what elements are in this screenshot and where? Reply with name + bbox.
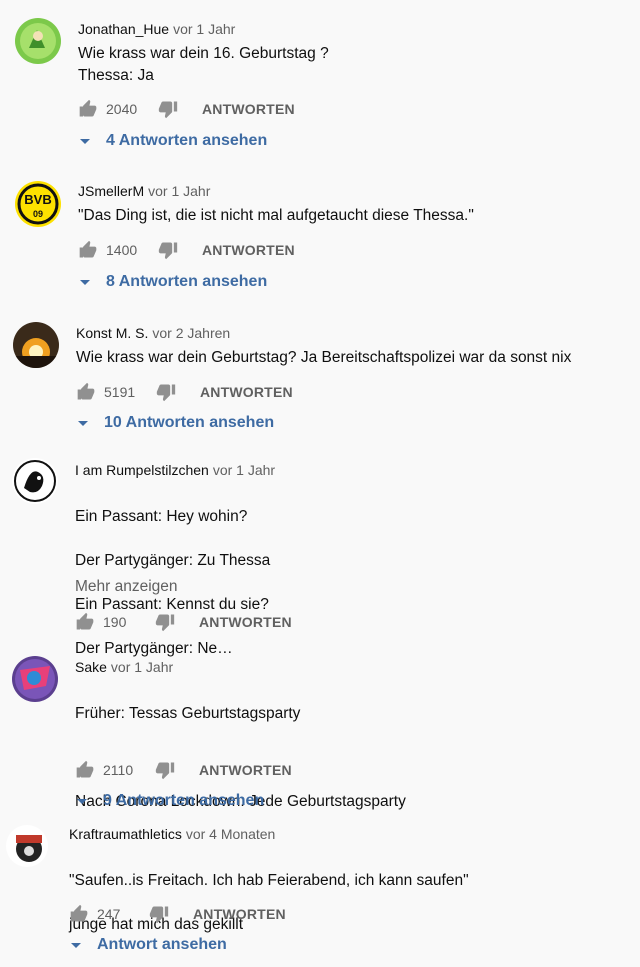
chevron-down-icon <box>80 279 90 285</box>
comment-text-line: Der Partygänger: Ne… <box>75 640 233 657</box>
thumbs-up-icon[interactable] <box>76 382 96 402</box>
comment-time[interactable]: vor 1 Jahr <box>111 659 173 675</box>
comment-text-line: Früher: Tessas Geburtstagsparty <box>75 705 301 722</box>
view-replies-button[interactable]: 8 Antworten ansehen <box>78 270 267 294</box>
like-count: 5191 <box>104 384 136 400</box>
view-replies-button[interactable]: 9 Antworten ansehen <box>75 789 264 813</box>
comment-time[interactable]: vor 2 Jahren <box>152 325 230 341</box>
thumbs-up-icon[interactable] <box>78 99 98 119</box>
like-count: 190 <box>103 614 127 630</box>
avatar[interactable] <box>12 656 58 702</box>
reply-button[interactable]: ANTWORTEN <box>199 614 292 630</box>
thumbs-down-icon[interactable] <box>158 99 178 119</box>
avatar[interactable] <box>15 18 61 64</box>
thumbs-down-icon[interactable] <box>156 382 176 402</box>
view-replies-label: Antwort ansehen <box>97 936 227 953</box>
svg-text:BVB: BVB <box>24 192 51 207</box>
reply-button[interactable]: ANTWORTEN <box>193 906 286 922</box>
thumbs-up-icon[interactable] <box>75 612 95 632</box>
view-replies-button[interactable]: Antwort ansehen <box>69 933 227 957</box>
comment-author[interactable]: Konst M. S. <box>76 325 148 341</box>
comment-time[interactable]: vor 4 Monaten <box>186 826 276 842</box>
comment-author[interactable]: Kraftraumathletics <box>69 826 182 842</box>
chevron-down-icon <box>80 138 90 144</box>
comment-text-line: Wie krass war dein Geburtstag? Ja Bereit… <box>76 349 572 366</box>
like-count: 2040 <box>106 101 138 117</box>
comment-text-line: Ein Passant: Hey wohin? <box>75 508 248 525</box>
like-count: 2110 <box>103 762 134 778</box>
comment-time[interactable]: vor 1 Jahr <box>173 21 235 37</box>
comment-text-line: "Das Ding ist, die ist nicht mal aufgeta… <box>78 207 474 224</box>
chevron-down-icon <box>78 420 88 426</box>
svg-text:09: 09 <box>33 209 43 219</box>
like-count: 1400 <box>106 242 138 258</box>
comment-text-line: Thessa: Ja <box>78 67 154 84</box>
comment-author[interactable]: Sake <box>75 659 107 675</box>
chevron-down-icon <box>71 942 81 948</box>
view-replies-label: 10 Antworten ansehen <box>104 414 275 431</box>
reply-button[interactable]: ANTWORTEN <box>202 101 295 117</box>
avatar[interactable] <box>6 825 48 867</box>
comment-text-line: Wie krass war dein 16. Geburtstag ? <box>78 45 329 62</box>
thumbs-down-icon[interactable] <box>149 904 169 924</box>
chevron-down-icon <box>77 798 87 804</box>
avatar[interactable] <box>13 322 59 368</box>
thumbs-up-icon[interactable] <box>69 904 89 924</box>
show-more-button[interactable]: Mehr anzeigen <box>75 578 178 596</box>
comment-text-line: Der Partygänger: Zu Thessa <box>75 552 271 569</box>
reply-button[interactable]: ANTWORTEN <box>199 762 292 778</box>
comment-author[interactable]: Jonathan_Hue <box>78 21 169 37</box>
avatar[interactable]: BVB 09 <box>15 181 61 227</box>
comment-time[interactable]: vor 1 Jahr <box>213 462 275 478</box>
view-replies-label: 9 Antworten ansehen <box>103 792 265 809</box>
view-replies-button[interactable]: 10 Antworten ansehen <box>76 411 274 435</box>
view-replies-button[interactable]: 4 Antworten ansehen <box>78 129 267 153</box>
comment-text-line: "Saufen..is Freitach. Ich hab Feierabend… <box>69 872 469 889</box>
view-replies-label: 8 Antworten ansehen <box>106 273 268 290</box>
thumbs-down-icon[interactable] <box>155 760 175 780</box>
reply-button[interactable]: ANTWORTEN <box>200 384 293 400</box>
comment-time[interactable]: vor 1 Jahr <box>148 183 210 199</box>
thumbs-down-icon[interactable] <box>155 612 175 632</box>
comment-author[interactable]: JSmellerM <box>78 183 144 199</box>
avatar[interactable] <box>12 458 58 504</box>
reply-button[interactable]: ANTWORTEN <box>202 242 295 258</box>
like-count: 247 <box>97 906 121 922</box>
view-replies-label: 4 Antworten ansehen <box>106 132 268 149</box>
thumbs-down-icon[interactable] <box>158 240 178 260</box>
thumbs-up-icon[interactable] <box>75 760 95 780</box>
thumbs-up-icon[interactable] <box>78 240 98 260</box>
comment-author[interactable]: I am Rumpelstilzchen <box>75 462 209 478</box>
